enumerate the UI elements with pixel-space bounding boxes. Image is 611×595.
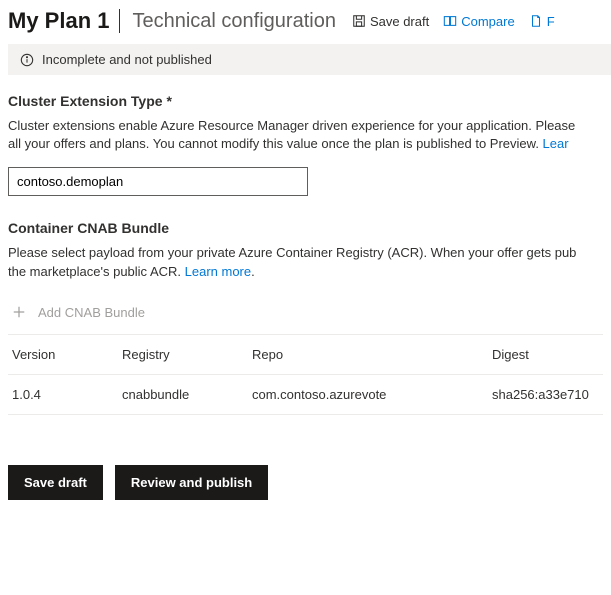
truncated-label: F (547, 14, 555, 29)
add-cnab-bundle-button[interactable]: Add CNAB Bundle (8, 295, 603, 335)
save-draft-button[interactable]: Save draft (8, 465, 103, 500)
cnab-bundle-label: Container CNAB Bundle (8, 220, 603, 236)
col-registry: Registry (122, 347, 252, 362)
compare-button[interactable]: Compare (443, 14, 514, 29)
plus-icon (12, 305, 26, 319)
cell-version: 1.0.4 (12, 387, 122, 402)
cluster-learn-more-link[interactable]: Lear (543, 136, 569, 151)
compare-label: Compare (461, 14, 514, 29)
title-divider (119, 9, 120, 33)
footer-actions: Save draft Review and publish (0, 415, 611, 520)
file-icon (529, 14, 543, 28)
truncated-toolbar-button[interactable]: F (529, 14, 555, 29)
save-draft-toolbar-button[interactable]: Save draft (352, 14, 429, 29)
review-and-publish-button[interactable]: Review and publish (115, 465, 268, 500)
main-content: Cluster Extension Type Cluster extension… (0, 93, 611, 415)
table-header: Version Registry Repo Digest (8, 335, 603, 375)
page-subtitle: Technical configuration (132, 10, 335, 33)
add-cnab-label: Add CNAB Bundle (38, 305, 145, 320)
col-digest: Digest (492, 347, 599, 362)
status-bar: Incomplete and not published (8, 44, 611, 75)
save-icon (352, 14, 366, 28)
cnab-bundle-description: Please select payload from your private … (8, 244, 603, 280)
cell-registry: cnabbundle (122, 387, 252, 402)
cell-digest: sha256:a33e710 (492, 387, 599, 402)
cell-repo: com.contoso.azurevote (252, 387, 492, 402)
page-header: My Plan 1 Technical configuration Save d… (0, 0, 611, 40)
cluster-extension-description: Cluster extensions enable Azure Resource… (8, 117, 603, 153)
col-repo: Repo (252, 347, 492, 362)
cluster-extension-label: Cluster Extension Type (8, 93, 603, 109)
cnab-table: Version Registry Repo Digest 1.0.4 cnabb… (8, 335, 603, 415)
toolbar: Save draft Compare F (352, 14, 555, 29)
cnab-learn-more-link[interactable]: Learn more (185, 264, 251, 279)
save-draft-toolbar-label: Save draft (370, 14, 429, 29)
table-row[interactable]: 1.0.4 cnabbundle com.contoso.azurevote s… (8, 375, 603, 415)
col-version: Version (12, 347, 122, 362)
cluster-extension-type-input[interactable] (8, 167, 308, 196)
compare-icon (443, 14, 457, 28)
plan-title: My Plan 1 (8, 8, 109, 34)
status-text: Incomplete and not published (42, 52, 212, 67)
info-icon (20, 53, 34, 67)
